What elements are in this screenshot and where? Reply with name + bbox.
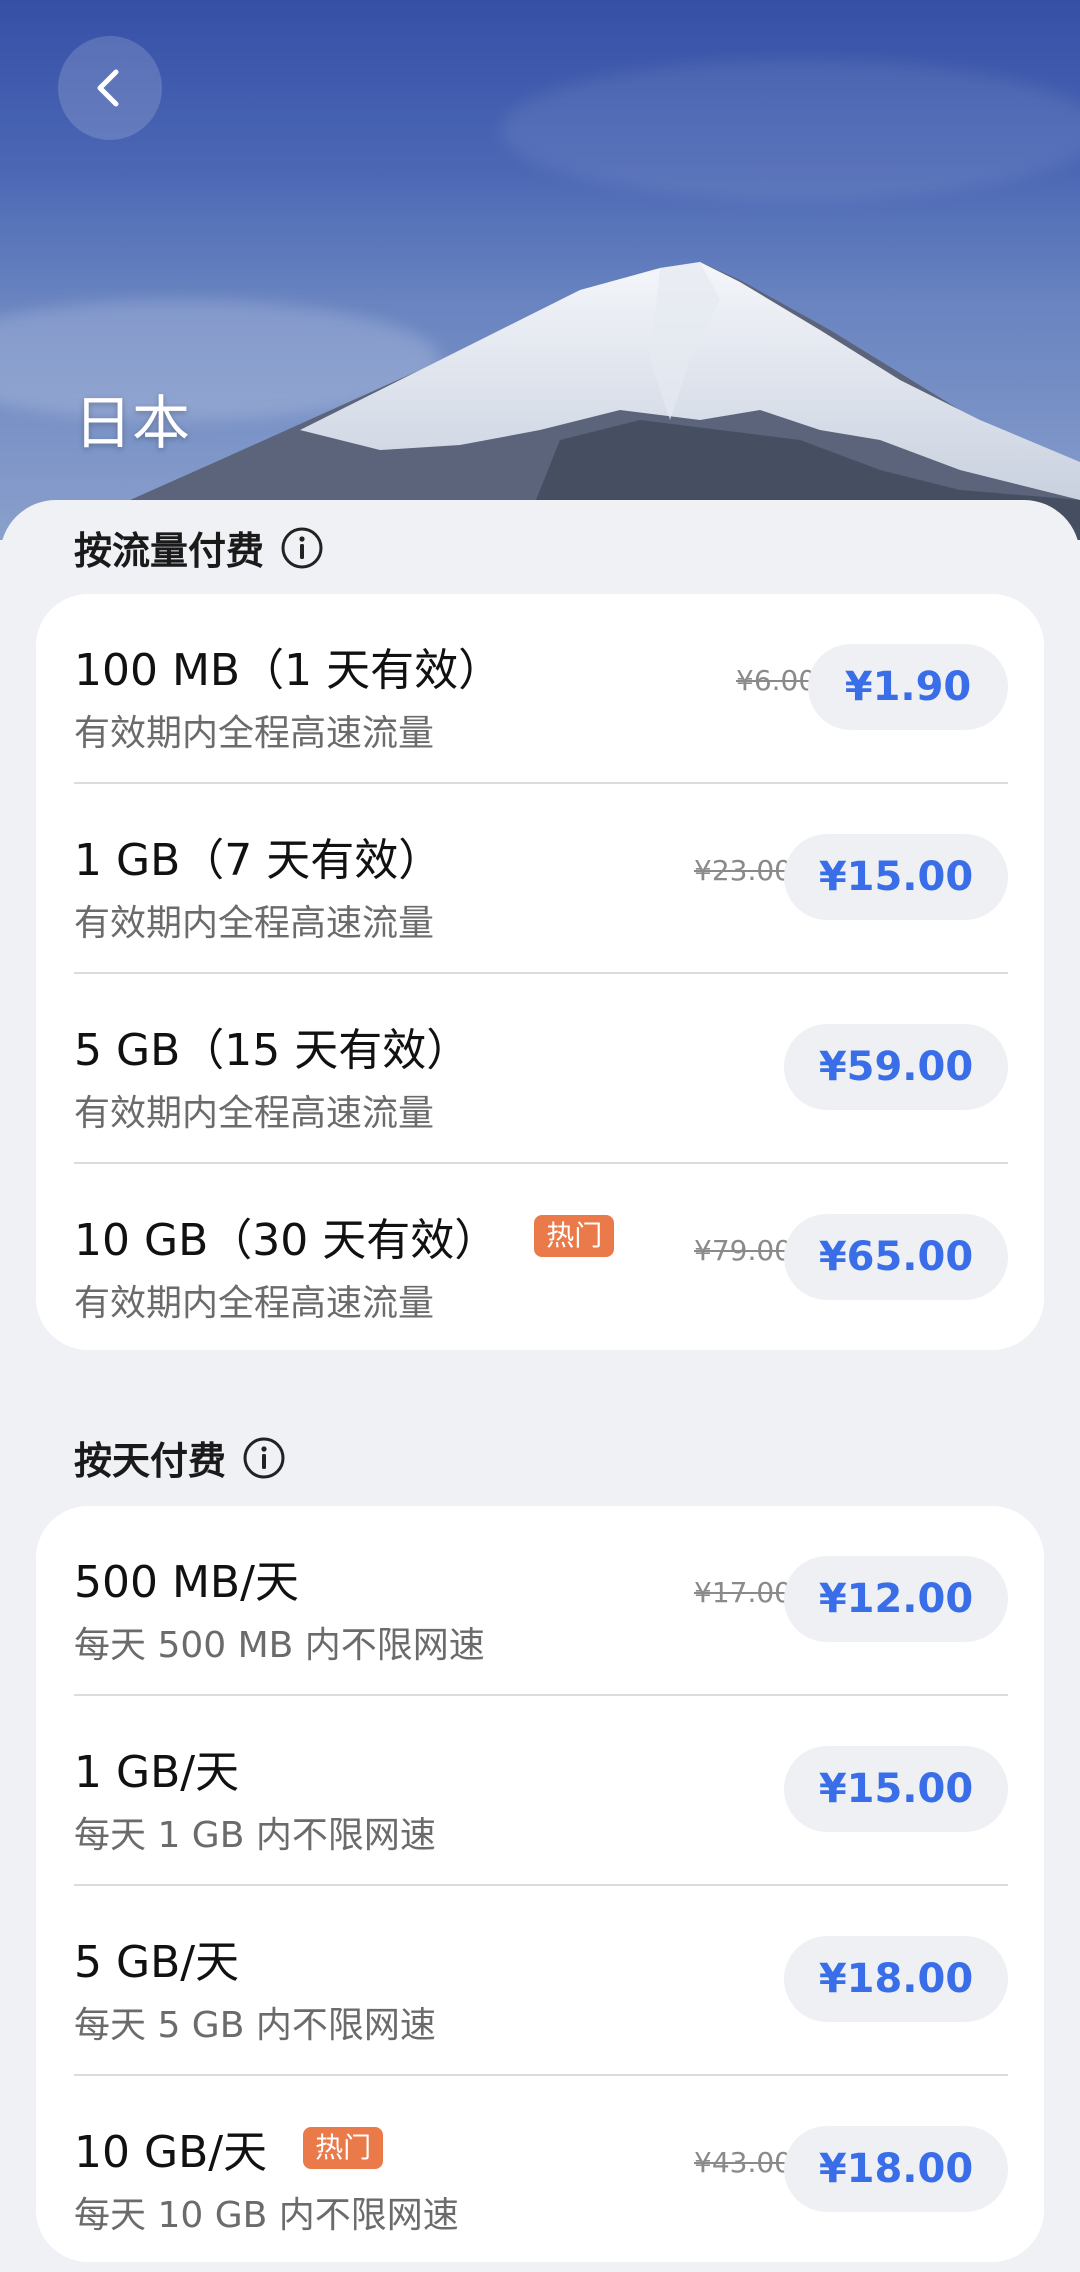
price-button[interactable]: ¥1.90 [808, 644, 1008, 730]
traffic-section-header: 按流量付费 [74, 520, 324, 575]
plan-description: 有效期内全程高速流量 [74, 713, 435, 754]
plan-row[interactable]: 5 GB/天 每天 5 GB 内不限网速 ¥18.00 [74, 1886, 1044, 2076]
price-button[interactable]: ¥15.00 [784, 1746, 1008, 1832]
original-price: ¥79.00 [694, 1234, 792, 1267]
info-icon[interactable] [280, 526, 324, 570]
plan-description: 有效期内全程高速流量 [74, 903, 435, 944]
hot-badge: 热门 [303, 2127, 384, 2169]
plan-description: 每天 10 GB 内不限网速 [74, 2195, 459, 2236]
plan-name: 500 MB/天 [74, 1557, 299, 1608]
chevron-left-icon [97, 69, 119, 107]
price-button[interactable]: ¥18.00 [784, 1936, 1008, 2022]
section-title: 按天付费 [74, 1439, 227, 1483]
plan-name: 100 MB（1 天有效） [74, 645, 503, 696]
plan-description: 每天 500 MB 内不限网速 [74, 1625, 485, 1666]
hero-banner: 日本 [0, 0, 1080, 540]
plan-row[interactable]: 100 MB（1 天有效） 有效期内全程高速流量 ¥6.00 ¥1.90 [74, 594, 1044, 784]
plan-row[interactable]: 500 MB/天 每天 500 MB 内不限网速 ¥17.00 ¥12.00 [74, 1506, 1044, 1696]
original-price: ¥43.00 [694, 2146, 792, 2179]
price-button[interactable]: ¥12.00 [784, 1556, 1008, 1642]
plan-name: 10 GB/天 热门 [74, 2116, 384, 2180]
original-price: ¥17.00 [694, 1576, 792, 1609]
price-button[interactable]: ¥65.00 [784, 1214, 1008, 1300]
plan-name: 5 GB（15 天有效） [74, 1025, 471, 1076]
plan-name: 1 GB（7 天有效） [74, 835, 443, 886]
plan-name: 1 GB/天 [74, 1747, 240, 1798]
plan-row[interactable]: 5 GB（15 天有效） 有效期内全程高速流量 ¥59.00 [74, 974, 1044, 1164]
section-title: 按流量付费 [74, 529, 265, 573]
plan-description: 有效期内全程高速流量 [74, 1093, 435, 1134]
price-button[interactable]: ¥59.00 [784, 1024, 1008, 1110]
price-button[interactable]: ¥15.00 [784, 834, 1008, 920]
price-button[interactable]: ¥18.00 [784, 2126, 1008, 2212]
back-button[interactable] [58, 36, 162, 140]
plan-name: 5 GB/天 [74, 1937, 240, 1988]
daily-plans-card: 500 MB/天 每天 500 MB 内不限网速 ¥17.00 ¥12.00 1… [36, 1506, 1044, 2262]
plan-name: 10 GB（30 天有效） 热门 [74, 1204, 615, 1268]
daily-section-header: 按天付费 [74, 1430, 286, 1485]
page-title: 日本 [74, 389, 191, 457]
original-price: ¥6.00 [736, 664, 817, 697]
plan-description: 每天 1 GB 内不限网速 [74, 1815, 436, 1856]
plan-row[interactable]: 1 GB/天 每天 1 GB 内不限网速 ¥15.00 [74, 1696, 1044, 1886]
plan-row[interactable]: 1 GB（7 天有效） 有效期内全程高速流量 ¥23.00 ¥15.00 [74, 784, 1044, 974]
plan-description: 每天 5 GB 内不限网速 [74, 2005, 436, 2046]
traffic-plans-card: 100 MB（1 天有效） 有效期内全程高速流量 ¥6.00 ¥1.90 1 G… [36, 594, 1044, 1350]
plan-row[interactable]: 10 GB/天 热门 每天 10 GB 内不限网速 ¥43.00 ¥18.00 [74, 2076, 1044, 2266]
plan-row[interactable]: 10 GB（30 天有效） 热门 有效期内全程高速流量 ¥79.00 ¥65.0… [74, 1164, 1044, 1354]
hot-badge: 热门 [534, 1215, 615, 1257]
original-price: ¥23.00 [694, 854, 792, 887]
plan-description: 有效期内全程高速流量 [74, 1283, 435, 1324]
info-icon[interactable] [242, 1436, 286, 1480]
